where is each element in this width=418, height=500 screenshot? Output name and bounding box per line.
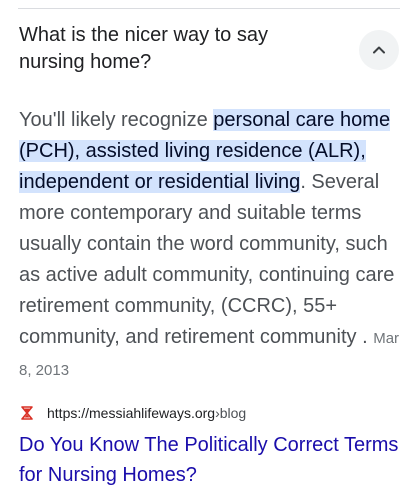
hourglass-icon	[19, 405, 35, 421]
question-row[interactable]: What is the nicer way to say nursing hom…	[19, 22, 399, 82]
collapse-button[interactable]	[359, 30, 399, 70]
chevron-up-icon	[373, 46, 385, 54]
question-title[interactable]: What is the nicer way to say nursing hom…	[19, 22, 319, 76]
source-row[interactable]: https://messiahlifeways.org › blog	[19, 402, 246, 424]
answer-lead: You'll likely recognize	[19, 109, 214, 131]
source-url[interactable]: https://messiahlifeways.org	[47, 405, 215, 421]
answer-text: You'll likely recognize personal care ho…	[19, 105, 404, 386]
answer-rest: Several more contemporary and suitable t…	[19, 171, 395, 348]
result-title-link[interactable]: Do You Know The Politically Correct Term…	[19, 430, 399, 490]
top-divider	[18, 8, 400, 9]
source-path[interactable]: blog	[220, 405, 246, 421]
